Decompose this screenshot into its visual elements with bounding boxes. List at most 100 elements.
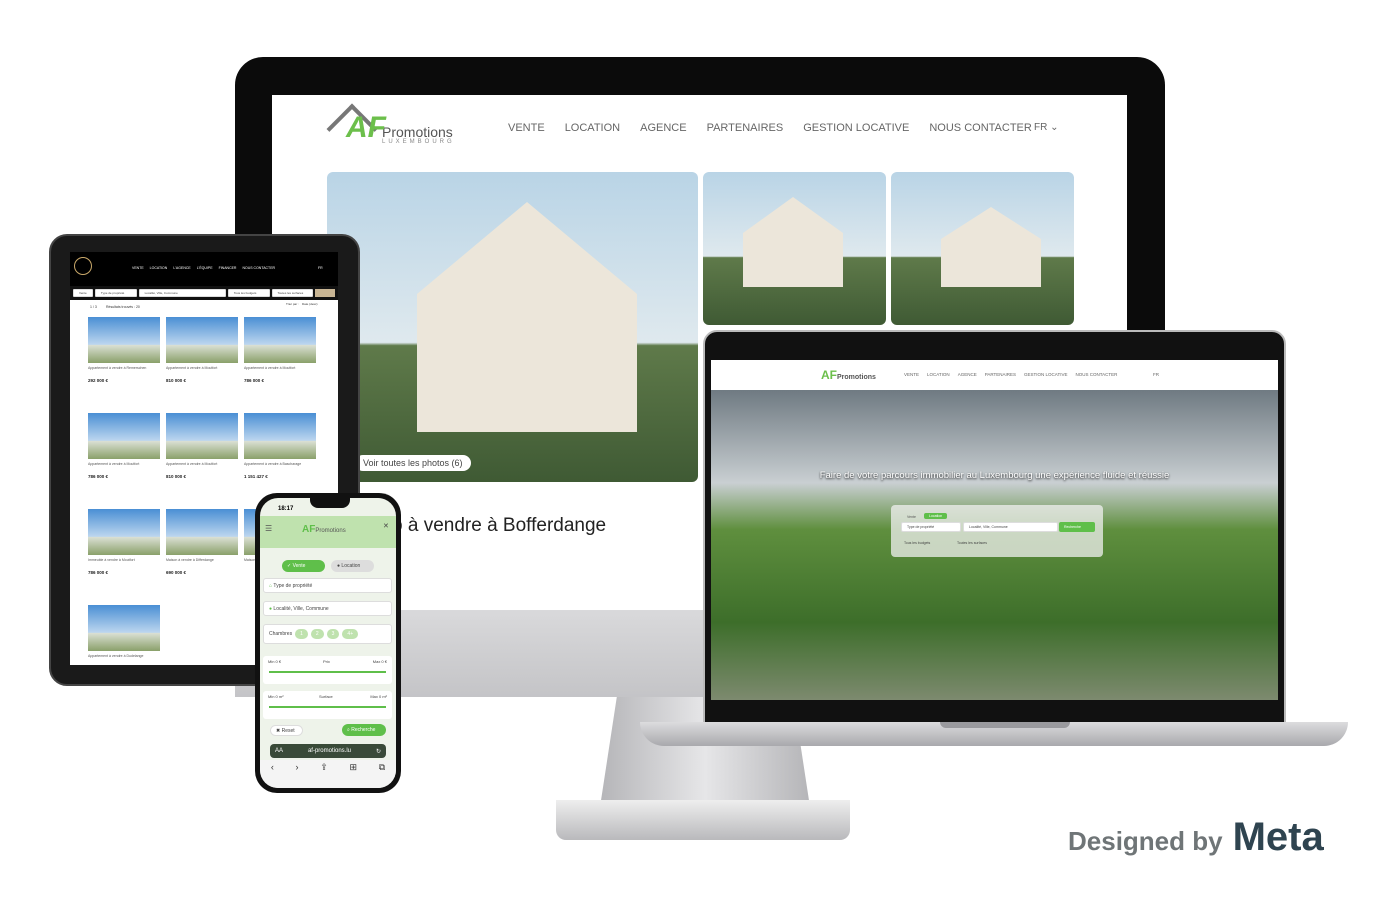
nav-contact[interactable]: NOUS CONTACTER bbox=[929, 122, 1031, 134]
hero-image: Faire de votre parcours immobilier au Lu… bbox=[711, 390, 1278, 700]
locality-select[interactable]: ● Localité, Ville, Commune bbox=[263, 601, 392, 616]
nav-partenaires[interactable]: PARTENAIRES bbox=[707, 122, 784, 134]
filter-surface[interactable]: Toutes les surfaces bbox=[271, 289, 314, 297]
property-card[interactable]: Immeuble à vendre à Moutfort 786 000 € bbox=[88, 509, 160, 575]
nav-equipe[interactable]: L'ÉQUIPE bbox=[197, 266, 213, 270]
property-price: 786 000 € bbox=[244, 378, 265, 383]
browser-toolbar: ‹ › ⇪ ⊞ ⧉ bbox=[260, 760, 396, 788]
property-title: Maison à vendre à Differdange bbox=[166, 558, 214, 562]
property-photo bbox=[166, 413, 238, 459]
search-panel: Vente Location Type de propriété Localit… bbox=[891, 505, 1103, 557]
pager[interactable]: 1 / 3 bbox=[90, 305, 97, 309]
room-option[interactable]: 4+ bbox=[342, 629, 359, 639]
filter-locality[interactable]: Localité, Ville, Commune bbox=[138, 289, 226, 297]
property-title: Appartement à vendre à Dudelange bbox=[88, 654, 144, 658]
filter-type[interactable]: Type de propriété bbox=[94, 289, 137, 297]
brand-logo-icon[interactable] bbox=[74, 257, 92, 275]
surface-slider[interactable]: Min 0 m² Surface Max 0 m² bbox=[263, 691, 392, 719]
surface-select[interactable]: Toutes les surfaces bbox=[957, 541, 987, 545]
nav-partenaires[interactable]: PARTENAIRES bbox=[985, 372, 1016, 377]
share-icon[interactable]: ⇪ bbox=[320, 762, 328, 788]
price-slider[interactable]: Min 0 € Prix Max 0 € bbox=[263, 656, 392, 684]
nav-vente[interactable]: VENTE bbox=[508, 122, 545, 134]
type-select[interactable]: Type de propriété bbox=[901, 522, 961, 532]
filter-vente[interactable]: Vente bbox=[73, 289, 93, 297]
notch bbox=[310, 498, 350, 508]
property-title: Appartement à vendre à Bascharage bbox=[244, 462, 302, 466]
property-price: 690 000 € bbox=[166, 570, 187, 575]
property-card[interactable]: Appartement à vendre à Moutfort 786 000 € bbox=[88, 413, 160, 479]
laptop-header: AFPromotions VENTE LOCATION AGENCE PARTENAI… bbox=[711, 360, 1278, 390]
nav-contact[interactable]: NOUS CONTACTER bbox=[242, 266, 275, 270]
monitor-foot bbox=[556, 800, 850, 840]
photo-thumb[interactable] bbox=[891, 172, 1074, 325]
property-card[interactable]: Appartement à vendre à Moutfort 786 000 € bbox=[244, 317, 316, 383]
property-title: Appartement à vendre à Moutfort bbox=[88, 462, 140, 466]
tablet-header: VENTE LOCATION L'AGENCE L'ÉQUIPE FINANCER NOU… bbox=[70, 252, 338, 286]
property-title: Appartement à vendre à Moutfort bbox=[244, 366, 296, 370]
laptop-notch bbox=[940, 722, 1070, 728]
room-option[interactable]: 2 bbox=[310, 629, 324, 639]
property-card[interactable]: Maison à vendre à Differdange 690 000 € bbox=[166, 509, 238, 575]
nav-gestion[interactable]: GESTION LOCATIVE bbox=[1024, 372, 1067, 377]
nav-agence[interactable]: AGENCE bbox=[640, 122, 686, 134]
search-button[interactable]: Recherche bbox=[1059, 522, 1095, 532]
language-select[interactable]: FR bbox=[318, 266, 323, 270]
search-button[interactable] bbox=[315, 289, 335, 297]
address-bar[interactable]: AA af-promotions.lu ↻ bbox=[270, 744, 386, 758]
sort-label: Trier par : bbox=[286, 302, 299, 306]
forward-icon[interactable]: › bbox=[296, 762, 299, 788]
room-option[interactable]: 1 bbox=[295, 629, 308, 639]
nav-vente[interactable]: VENTE bbox=[904, 372, 919, 377]
room-option[interactable]: 3 bbox=[326, 629, 340, 639]
menu-icon[interactable]: ☰ bbox=[265, 524, 272, 533]
locality-input[interactable]: Localité, Ville, Commune bbox=[963, 522, 1058, 532]
property-photo bbox=[88, 413, 160, 459]
nav-contact[interactable]: NOUS CONTACTER bbox=[1075, 372, 1117, 377]
type-select[interactable]: ⌂ Type de propriété bbox=[263, 578, 392, 593]
nav-gestion[interactable]: GESTION LOCATIVE bbox=[803, 122, 909, 134]
property-photo bbox=[166, 317, 238, 363]
site-logo[interactable]: AFPromotions bbox=[821, 368, 876, 382]
all-photos-button[interactable]: Voir toutes les photos (6) bbox=[355, 455, 471, 471]
main-photo[interactable]: Voir toutes les photos (6) bbox=[327, 172, 698, 482]
property-photo bbox=[244, 413, 316, 459]
credit: Designed by Meta bbox=[1068, 815, 1324, 859]
filter-bar: Vente Type de propriété Localité, Ville,… bbox=[70, 286, 338, 300]
photo-thumb[interactable] bbox=[703, 172, 886, 325]
bookmarks-icon[interactable]: ⊞ bbox=[349, 762, 357, 788]
property-card[interactable]: Appartement à vendre à Dudelange bbox=[88, 605, 160, 665]
location-toggle[interactable]: ● Location bbox=[331, 560, 374, 572]
nav-agence[interactable]: AGENCE bbox=[958, 372, 977, 377]
property-photo bbox=[88, 317, 160, 363]
tab-location[interactable]: Location bbox=[924, 513, 948, 519]
property-card[interactable]: Appartement à vendre à Moutfort 810 000 € bbox=[166, 317, 238, 383]
search-button[interactable]: ⌕ Recherche bbox=[342, 724, 386, 736]
reset-button[interactable]: ✖ Reset bbox=[270, 725, 303, 736]
nav-financer[interactable]: FINANCER bbox=[219, 266, 237, 270]
nav-vente[interactable]: VENTE bbox=[132, 266, 144, 270]
property-title: Appartement à vendre à Remerschen bbox=[88, 366, 147, 370]
nav-location[interactable]: LOCATION bbox=[565, 122, 620, 134]
property-photo bbox=[244, 317, 316, 363]
property-card[interactable]: Appartement à vendre à Bascharage 1 151 4… bbox=[244, 413, 316, 479]
language-select[interactable]: FR ⌄ bbox=[1034, 122, 1059, 133]
site-logo[interactable]: AFPromotions bbox=[302, 524, 346, 535]
sort-select[interactable]: Date (desc) bbox=[302, 302, 318, 306]
nav-agence[interactable]: L'AGENCE bbox=[173, 266, 190, 270]
property-card[interactable]: Appartement à vendre à Moutfort 810 000 € bbox=[166, 413, 238, 479]
tab-vente[interactable]: Vente bbox=[907, 515, 916, 519]
close-icon[interactable]: ✕ bbox=[383, 522, 389, 530]
nav-location[interactable]: LOCATION bbox=[927, 372, 950, 377]
site-logo[interactable]: AF Promotions LUXEMBOURG bbox=[330, 105, 455, 145]
nav-location[interactable]: LOCATION bbox=[150, 266, 168, 270]
language-select[interactable]: FR bbox=[1153, 372, 1159, 377]
filter-budget[interactable]: Tous les budgets bbox=[227, 289, 270, 297]
tabs-icon[interactable]: ⧉ bbox=[379, 762, 385, 788]
back-icon[interactable]: ‹ bbox=[271, 762, 274, 788]
property-card[interactable]: Appartement à vendre à Remerschen 292 000… bbox=[88, 317, 160, 383]
rooms-selector: Chambres 1 2 3 4+ bbox=[263, 624, 392, 644]
budget-select[interactable]: Tous les budgets bbox=[904, 541, 930, 545]
property-title: Immeuble à vendre à Moutfort bbox=[88, 558, 135, 562]
vente-toggle[interactable]: ✓ Vente bbox=[282, 560, 325, 572]
